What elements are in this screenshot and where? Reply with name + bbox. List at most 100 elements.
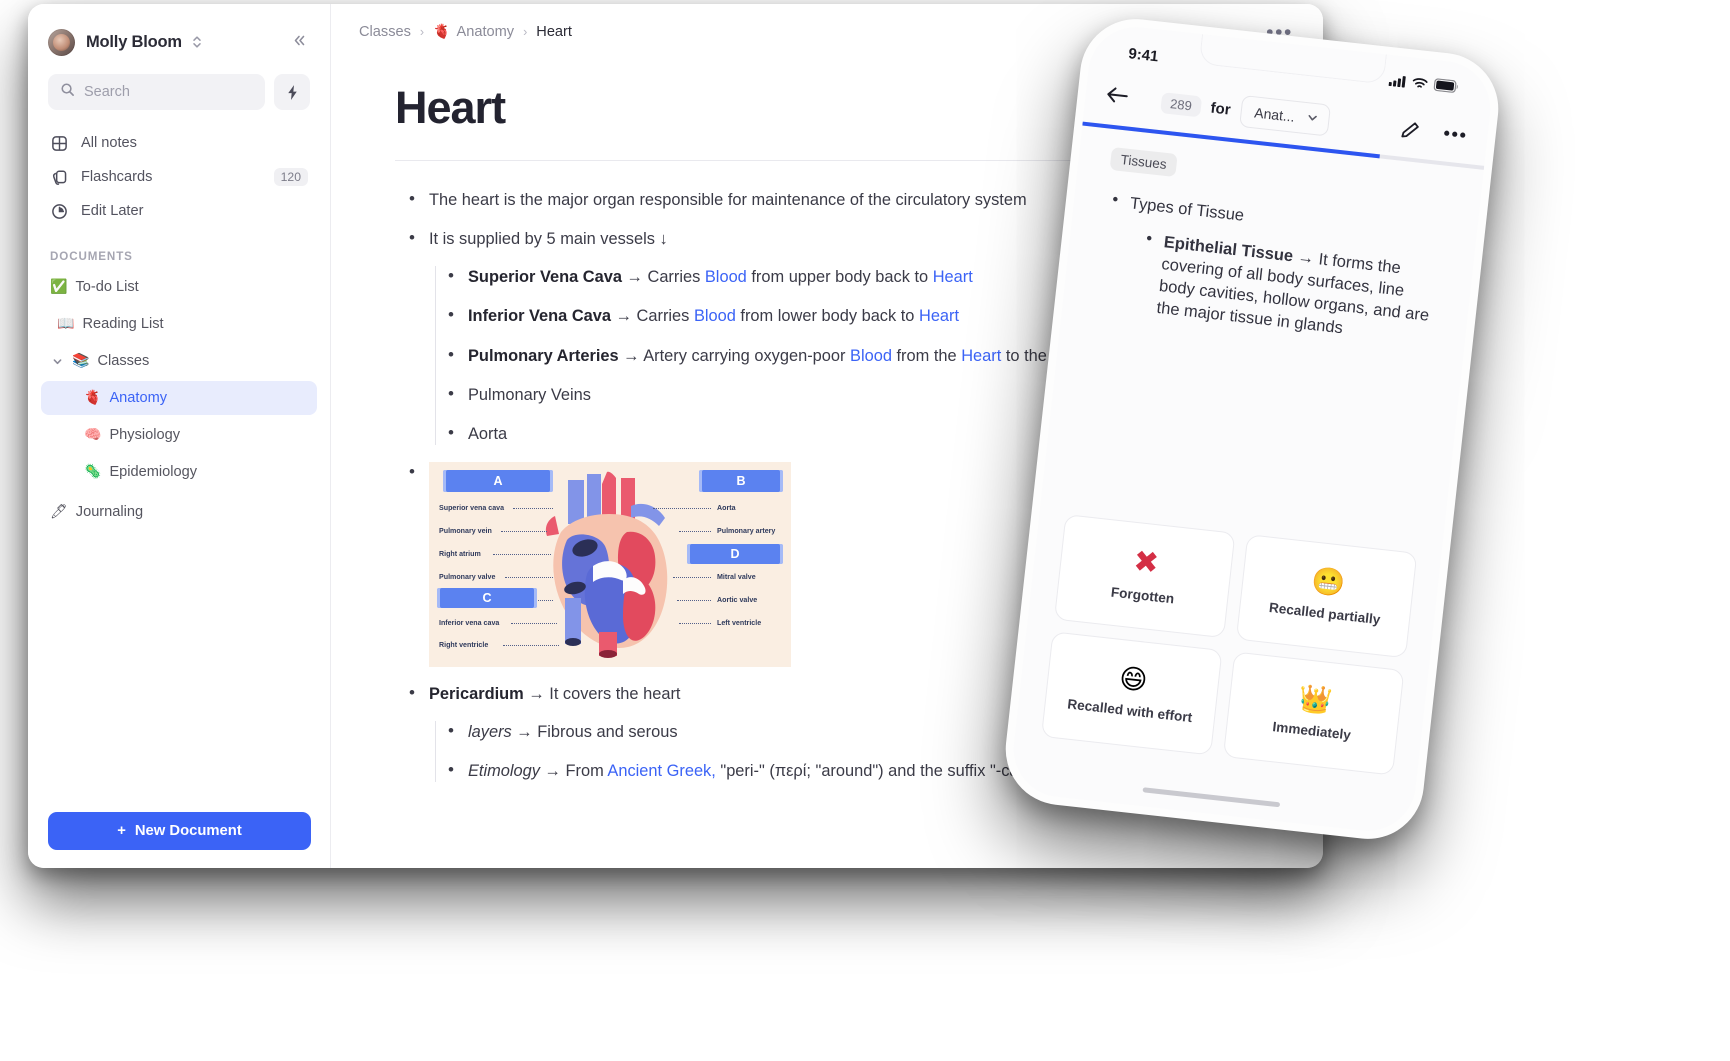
link-ancient-greek[interactable]: Ancient Greek,	[607, 762, 715, 780]
term: Etimology	[468, 762, 540, 781]
arrow: →	[528, 684, 545, 703]
sidebar-item-to-do-list[interactable]: ✅ To-do List	[41, 270, 317, 304]
sidebar-item-label: Epidemiology	[109, 464, 198, 480]
rate-button-label: Forgotten	[1110, 584, 1175, 607]
crown-icon: 👑	[1296, 683, 1334, 718]
deck-select-value: Anat...	[1253, 104, 1296, 125]
heart-organ-icon: 🫀	[84, 390, 102, 406]
flashcard-content: Types of Tissue Epithelial Tissue → It f…	[1092, 190, 1451, 350]
link-heart[interactable]: Heart	[961, 347, 1001, 365]
rate-immediately-button[interactable]: 👑 Immediately	[1222, 651, 1405, 776]
sidebar-header: Molly Bloom	[28, 4, 330, 60]
more-horizontal-icon[interactable]: •••	[1442, 123, 1468, 147]
sidebar-section-label: DOCUMENTS	[50, 250, 133, 263]
arrow: →	[626, 268, 643, 287]
rate-button-label: Recalled partially	[1268, 600, 1382, 628]
leader-line	[679, 622, 711, 624]
sidebar-item-label: Classes	[97, 353, 150, 369]
sidebar-documents: ✅ To-do List 📖 Reading List 📚 Classes 🫀	[28, 270, 330, 529]
tag-badge[interactable]: Tissues	[1109, 146, 1178, 178]
new-document-button[interactable]: + New Document	[48, 812, 311, 850]
search-box[interactable]	[48, 74, 265, 110]
rate-button-label: Immediately	[1271, 719, 1352, 744]
grinning-face-icon: 😄	[1117, 663, 1149, 698]
sidebar-item-edit-later[interactable]: Edit Later	[41, 194, 317, 228]
text: from upper body back to	[751, 268, 929, 287]
breadcrumb-item-heart[interactable]: Heart	[536, 24, 572, 40]
search-icon	[60, 82, 75, 102]
breadcrumb-label: Anatomy	[456, 24, 515, 40]
home-indicator	[1142, 787, 1281, 808]
sidebar-item-anatomy[interactable]: 🫀 Anatomy	[41, 381, 317, 415]
search-input[interactable]	[84, 84, 253, 100]
leader-line	[679, 530, 711, 532]
breadcrumb-item-classes[interactable]: Classes	[359, 24, 411, 40]
sidebar-item-label: Edit Later	[81, 203, 144, 219]
status-time: 9:41	[1127, 44, 1160, 65]
avatar[interactable]	[48, 28, 75, 56]
sidebar-search-row	[28, 60, 330, 110]
link-blood[interactable]: Blood	[850, 347, 892, 365]
rating-buttons: ✖ Forgotten 😬 Recalled partially 😄 Recal…	[1040, 514, 1418, 776]
term: layers	[468, 723, 512, 742]
bolt-icon[interactable]	[274, 74, 310, 110]
term: Pericardium	[429, 684, 524, 703]
chevron-up-down-icon[interactable]	[191, 32, 203, 52]
pencil-icon[interactable]	[1400, 119, 1421, 140]
breadcrumb-separator: ›	[419, 25, 425, 39]
list-item: Types of Tissue Epithelial Tissue → It f…	[1092, 190, 1451, 350]
deck-select[interactable]: Anat...	[1238, 94, 1332, 137]
text: from lower body back to	[740, 307, 915, 326]
breadcrumb-item-anatomy[interactable]: 🫀 Anatomy	[433, 24, 514, 40]
grimacing-face-icon: 😬	[1309, 566, 1347, 601]
heart-illustration	[545, 471, 668, 658]
sidebar-item-classes[interactable]: 📚 Classes	[41, 344, 317, 378]
link-heart[interactable]: Heart	[933, 268, 973, 286]
redaction-box-c[interactable]: C	[437, 587, 537, 608]
link-blood[interactable]: Blood	[705, 268, 747, 286]
text: to the	[1005, 346, 1047, 365]
sidebar-item-physiology[interactable]: 🧠 Physiology	[41, 418, 317, 452]
leader-line	[501, 530, 547, 532]
redaction-box-d[interactable]: D	[687, 543, 783, 564]
redaction-box-a[interactable]: A	[443, 469, 553, 492]
arrow-left-icon[interactable]	[1104, 84, 1130, 110]
sidebar-item-epidemiology[interactable]: 🦠 Epidemiology	[41, 455, 317, 489]
collapse-sidebar-button[interactable]	[287, 30, 310, 54]
brain-icon: 🧠	[84, 427, 102, 443]
text: Carries	[647, 268, 701, 287]
diagram-label: Mitral valve	[717, 572, 756, 581]
user-name: Molly Bloom	[86, 32, 182, 51]
rate-recalled-partially-button[interactable]: 😬 Recalled partially	[1235, 534, 1418, 659]
battery-icon	[1433, 78, 1460, 99]
sidebar-item-journaling[interactable]: 🖊 Journaling	[41, 495, 317, 529]
sidebar-item-all-notes[interactable]: All notes	[41, 126, 317, 160]
heart-organ-icon: 🫀	[433, 24, 451, 40]
link-blood[interactable]: Blood	[694, 307, 736, 325]
redaction-box-b[interactable]: B	[699, 469, 783, 492]
list-item: Epithelial Tissue → It forms the coverin…	[1132, 230, 1448, 351]
sidebar-item-flashcards[interactable]: Flashcards 120	[41, 160, 317, 194]
diagram-label: Left ventricle	[717, 618, 762, 627]
arrow: →	[623, 346, 640, 365]
rate-forgotten-button[interactable]: ✖ Forgotten	[1053, 514, 1236, 639]
bullet-text: It is supplied by 5 main vessels ↓	[429, 230, 668, 249]
sidebar-item-label: Journaling	[75, 504, 144, 520]
link-heart[interactable]: Heart	[919, 307, 959, 325]
sidebar-item-reading-list[interactable]: 📖 Reading List	[41, 307, 317, 341]
rate-recalled-with-effort-button[interactable]: 😄 Recalled with effort	[1040, 631, 1223, 756]
diagram-label: Right ventricle	[439, 640, 489, 649]
diagram-label: Pulmonary vein	[439, 526, 492, 535]
text: Carries	[636, 307, 690, 326]
sidebar-item-label: Reading List	[82, 316, 164, 332]
books-icon: 📚	[72, 353, 90, 369]
diagram-label: Right atrium	[439, 549, 481, 558]
text: It covers the heart	[549, 684, 681, 703]
leader-line	[513, 507, 553, 509]
cross-mark-icon: ✖	[1131, 543, 1161, 582]
heart-anatomy-diagram[interactable]: Superior vena cava Pulmonary vein Right …	[429, 461, 791, 667]
chevron-down-icon[interactable]	[50, 356, 64, 367]
chevron-down-icon	[1306, 110, 1320, 127]
text: From	[565, 762, 604, 781]
diagram-label: Pulmonary valve	[439, 572, 496, 581]
